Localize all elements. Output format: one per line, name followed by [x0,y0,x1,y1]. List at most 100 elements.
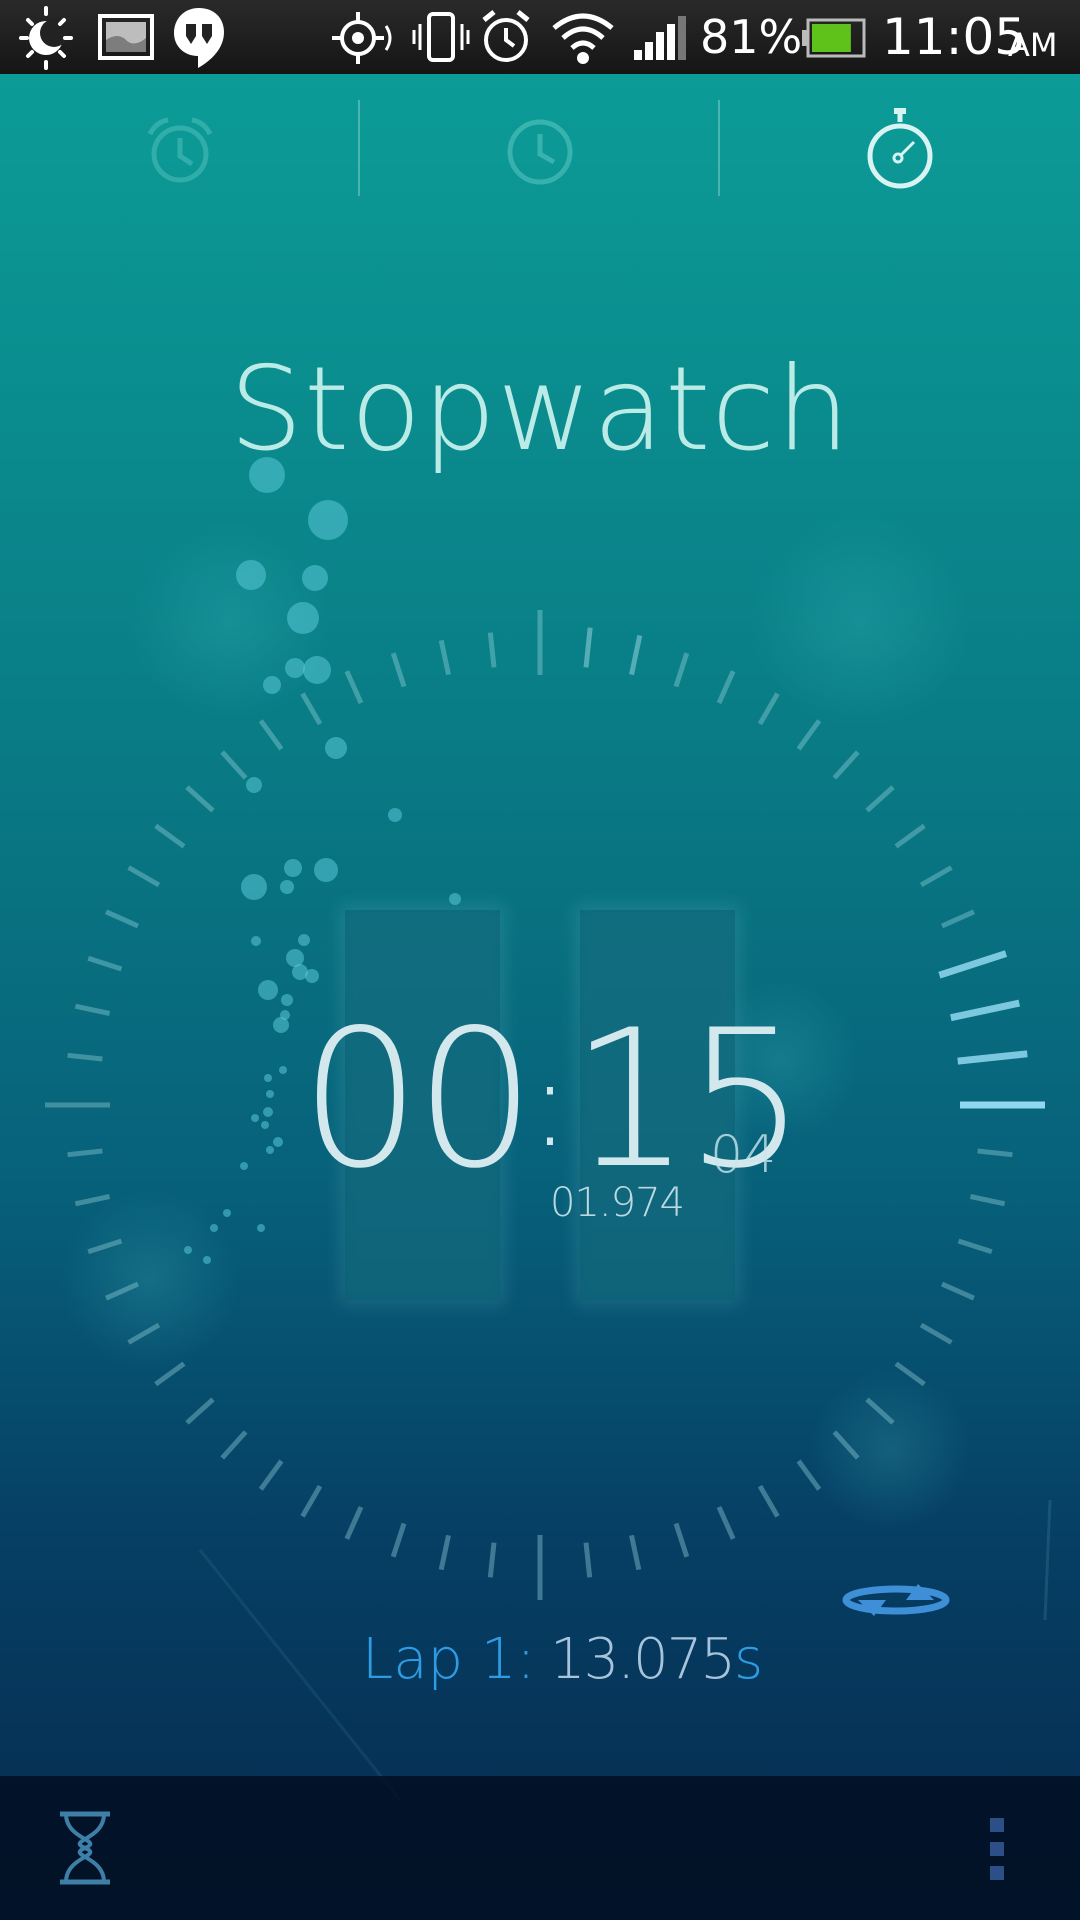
bubble [298,934,310,946]
bubble [285,658,305,678]
dial-tick [438,639,451,676]
dial-tick [390,652,407,688]
dial-tick [127,865,161,888]
tab-stopwatch[interactable] [720,74,1080,224]
bubble [263,676,281,694]
dial-tick [344,1505,364,1540]
dial-tick [919,1322,953,1345]
vibrate-icon [412,12,470,62]
reset-button[interactable] [838,1580,954,1620]
bubble [284,859,302,877]
overflow-menu-dot [990,1842,1004,1856]
tab-alarm[interactable] [0,74,360,224]
dial-tick [300,692,323,726]
stopwatch-elapsed-time: 00:15 [300,1000,806,1200]
dial-tick [940,909,975,929]
overflow-menu-icon [990,1818,1004,1832]
bokeh-light [750,510,970,730]
dial-tick [185,1397,215,1425]
status-clock: 11:05 [882,8,1027,66]
bubble [236,560,266,590]
tab-bar [0,74,1080,224]
bubble [223,1209,231,1217]
dial-tick [583,627,593,668]
dial-tick [716,1505,736,1540]
bubble [280,880,294,894]
dial-tick [957,1238,993,1255]
dial-tick [950,999,1021,1022]
overflow-menu-dot [990,1866,1004,1880]
time-separator: : [529,1035,571,1174]
page-title: Stopwatch [229,342,851,477]
battery-percentage: 81% [700,10,803,64]
light-streak [1043,1499,1052,1621]
bubble [246,777,262,793]
dial-tick [865,785,895,813]
dial-tick [629,1534,642,1571]
dial-tick [938,950,1008,979]
bubble [184,1246,192,1254]
bubble [305,969,319,983]
bubble [302,565,328,591]
bubble [303,656,331,684]
bubble [263,1107,273,1117]
dial-tick [487,1542,497,1578]
bubble [314,858,338,882]
stopwatch-screen: 81% 11:05 AM Stopwatch 00:15 04 01.974 L… [0,0,1080,1920]
hourglass-icon[interactable] [50,1806,120,1890]
dial-tick [185,785,215,813]
stopwatch-icon [867,108,933,189]
bubble [210,1224,218,1232]
bubble [388,808,402,822]
status-bar: 81% 11:05 AM [0,0,1080,74]
bottom-action-bar [0,1776,1080,1920]
lap-time-value: 13.075 [550,1627,736,1692]
bubble [266,1090,274,1098]
minutes-value: 00 [300,989,536,1210]
current-lap-time: 01.974 [550,1180,685,1226]
status-clock-ampm: AM [1008,26,1058,64]
dial-tick [87,955,123,972]
dial-tick [67,1148,103,1158]
bubble [264,1074,272,1082]
dial-tick [832,750,860,780]
hundredths-value: 04 [710,1125,777,1185]
bokeh-light [810,1370,970,1530]
dial-tick [67,1052,103,1062]
dial-tick [673,652,690,688]
bubble [325,737,347,759]
dial-tick [894,823,926,849]
dial-tick [438,1534,451,1571]
dial-tick [74,1003,111,1016]
bubble [240,1162,248,1170]
clock-icon [507,119,573,185]
brightness-icon [19,6,73,70]
dial-tick [957,1050,1028,1065]
bubble [241,874,267,900]
tab-world-clock[interactable] [360,74,720,224]
dial-tick [220,1430,248,1460]
dial-tick [757,692,780,726]
alarm-clock-icon [482,10,530,62]
overflow-menu-button[interactable] [976,1806,1016,1890]
dial-tick [796,719,822,751]
dial-tick [220,750,248,780]
dial-tick [919,865,953,888]
bokeh-light [60,1190,240,1370]
dial-tick [390,1522,407,1558]
bubble [251,936,261,946]
gps-icon [332,12,392,64]
bubble [273,1137,283,1147]
lap-time-unit: s [733,1627,764,1692]
dial-tick [969,1194,1006,1207]
lap-list-item: Lap 1: 13.075s [0,1620,1080,1700]
bubble [280,1010,290,1020]
bubble [281,994,293,1006]
dial-tick [583,1542,593,1578]
bubble [251,1114,259,1122]
alarm-icon [147,117,213,183]
signal-icon [634,16,686,60]
hangouts-icon [174,8,224,68]
bubble [203,1256,211,1264]
dial-tick [487,632,497,668]
